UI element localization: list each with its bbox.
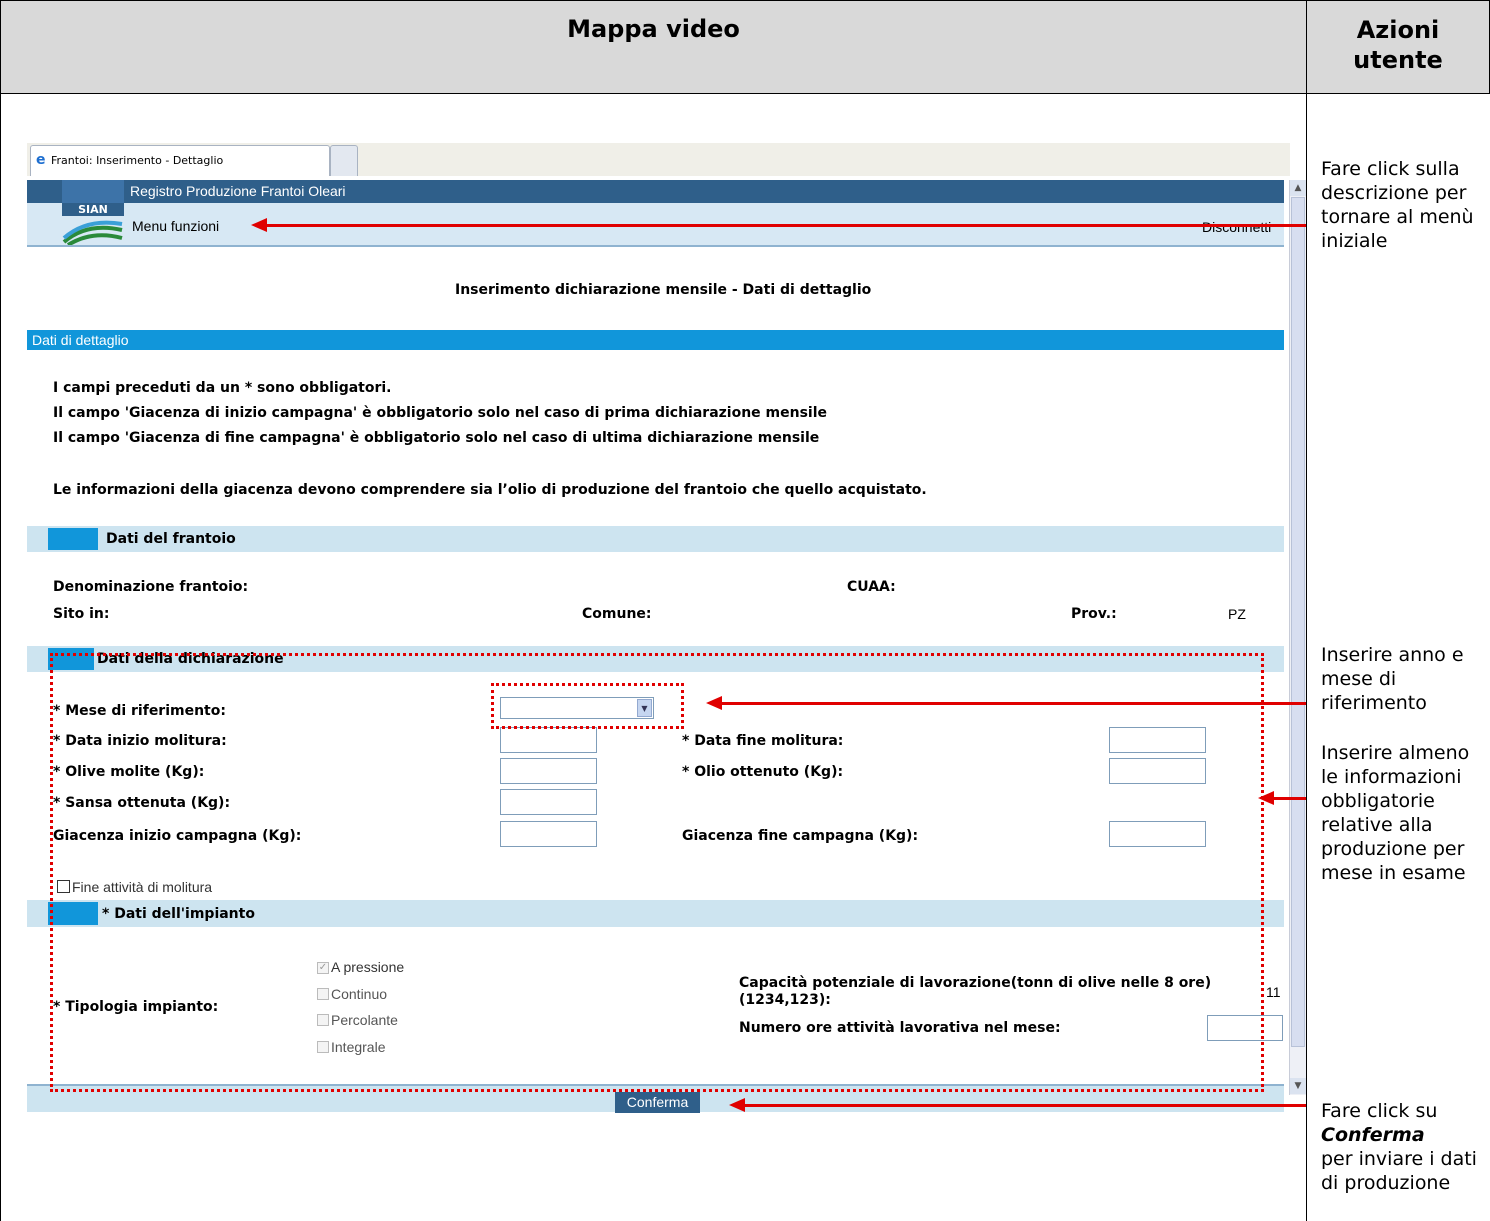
- note-confirm: Fare click su Conferma per inviare i dat…: [1321, 1075, 1486, 1195]
- note-month: Inserire anno e mese di riferimento: [1321, 644, 1464, 714]
- comune-label: Comune:: [582, 606, 652, 622]
- prov-value: PZ: [1228, 606, 1246, 622]
- prov-label: Prov.:: [1071, 606, 1117, 622]
- header-right-title: Azioni utente: [1353, 16, 1443, 74]
- header-left-title: Mappa video: [567, 15, 740, 43]
- confirm-button-label: Conferma: [626, 1094, 689, 1110]
- note-menu: Fare click sulla descrizione per tornare…: [1321, 158, 1474, 252]
- arrow-menu-head: [251, 218, 267, 232]
- details-bar: Dati di dettaglio: [27, 330, 1284, 350]
- scroll-thumb[interactable]: [1291, 197, 1305, 1047]
- note-mandatory: Inserire almeno le informazioni obbligat…: [1321, 742, 1470, 884]
- arrow-month-line: [720, 702, 1306, 705]
- scrollbar[interactable]: ▲ ▼: [1289, 180, 1306, 1095]
- browser-tab-title: Frantoi: Inserimento - Dettaglio: [51, 154, 224, 167]
- frantoio-section-title: Dati del frantoio: [106, 531, 236, 547]
- denominazione-label: Denominazione frantoio:: [53, 579, 249, 595]
- app-title: Registro Produzione Frantoi Oleari: [130, 183, 346, 199]
- arrow-confirm-head: [729, 1098, 745, 1112]
- app-title-bar: Registro Produzione Frantoi Oleari: [27, 180, 1284, 203]
- info-line-4: Le informazioni della giacenza devono co…: [53, 482, 927, 498]
- left-border: [0, 93, 1, 1221]
- browser-ie-icon: e: [36, 152, 46, 168]
- sian-logo-icon: [62, 220, 123, 245]
- details-bar-label: Dati di dettaglio: [32, 332, 129, 348]
- frantoio-section-marker: [48, 528, 98, 550]
- logout-link[interactable]: Disconnetti: [1202, 219, 1271, 235]
- info-line-1: I campi preceduti da un * sono obbligato…: [53, 380, 392, 396]
- month-select-highlight: [491, 683, 684, 729]
- capacita-value: 11: [1266, 984, 1281, 1000]
- confirm-button[interactable]: Conferma: [615, 1092, 700, 1113]
- arrow-form-head: [1258, 791, 1274, 805]
- arrow-menu-line: [265, 224, 1306, 227]
- note-confirm-prefix: Fare click su: [1321, 1100, 1438, 1122]
- browser-new-tab[interactable]: [330, 145, 358, 176]
- scroll-down-arrow[interactable]: ▼: [1290, 1078, 1306, 1094]
- arrow-month-head: [706, 696, 722, 710]
- info-line-2: Il campo 'Giacenza di inizio campagna' è…: [53, 405, 828, 421]
- frantoio-section-bar: Dati del frantoio: [27, 526, 1284, 552]
- browser-tab[interactable]: e Frantoi: Inserimento - Dettaglio: [30, 145, 330, 176]
- info-line-3: Il campo 'Giacenza di fine campagna' è o…: [53, 430, 820, 446]
- logo-block: [62, 180, 124, 203]
- scroll-up-arrow[interactable]: ▲: [1290, 180, 1306, 196]
- sian-logo: SIAN: [62, 203, 124, 245]
- note-confirm-bold: Conferma: [1321, 1124, 1425, 1146]
- arrow-form-line: [1272, 797, 1306, 800]
- header-right-cell: Azioni utente: [1306, 0, 1490, 94]
- cuaa-label: CUAA:: [847, 579, 896, 595]
- header-left-cell: Mappa video: [0, 0, 1307, 94]
- sito-label: Sito in:: [53, 606, 110, 622]
- sian-logo-text: SIAN: [62, 203, 124, 216]
- column-divider: [1306, 93, 1307, 1221]
- menu-funzioni-link[interactable]: Menu funzioni: [132, 218, 219, 234]
- note-confirm-suffix: per inviare i dati di produzione: [1321, 1148, 1477, 1194]
- arrow-confirm-line: [743, 1104, 1306, 1107]
- page-title: Inserimento dichiarazione mensile - Dati…: [455, 282, 872, 298]
